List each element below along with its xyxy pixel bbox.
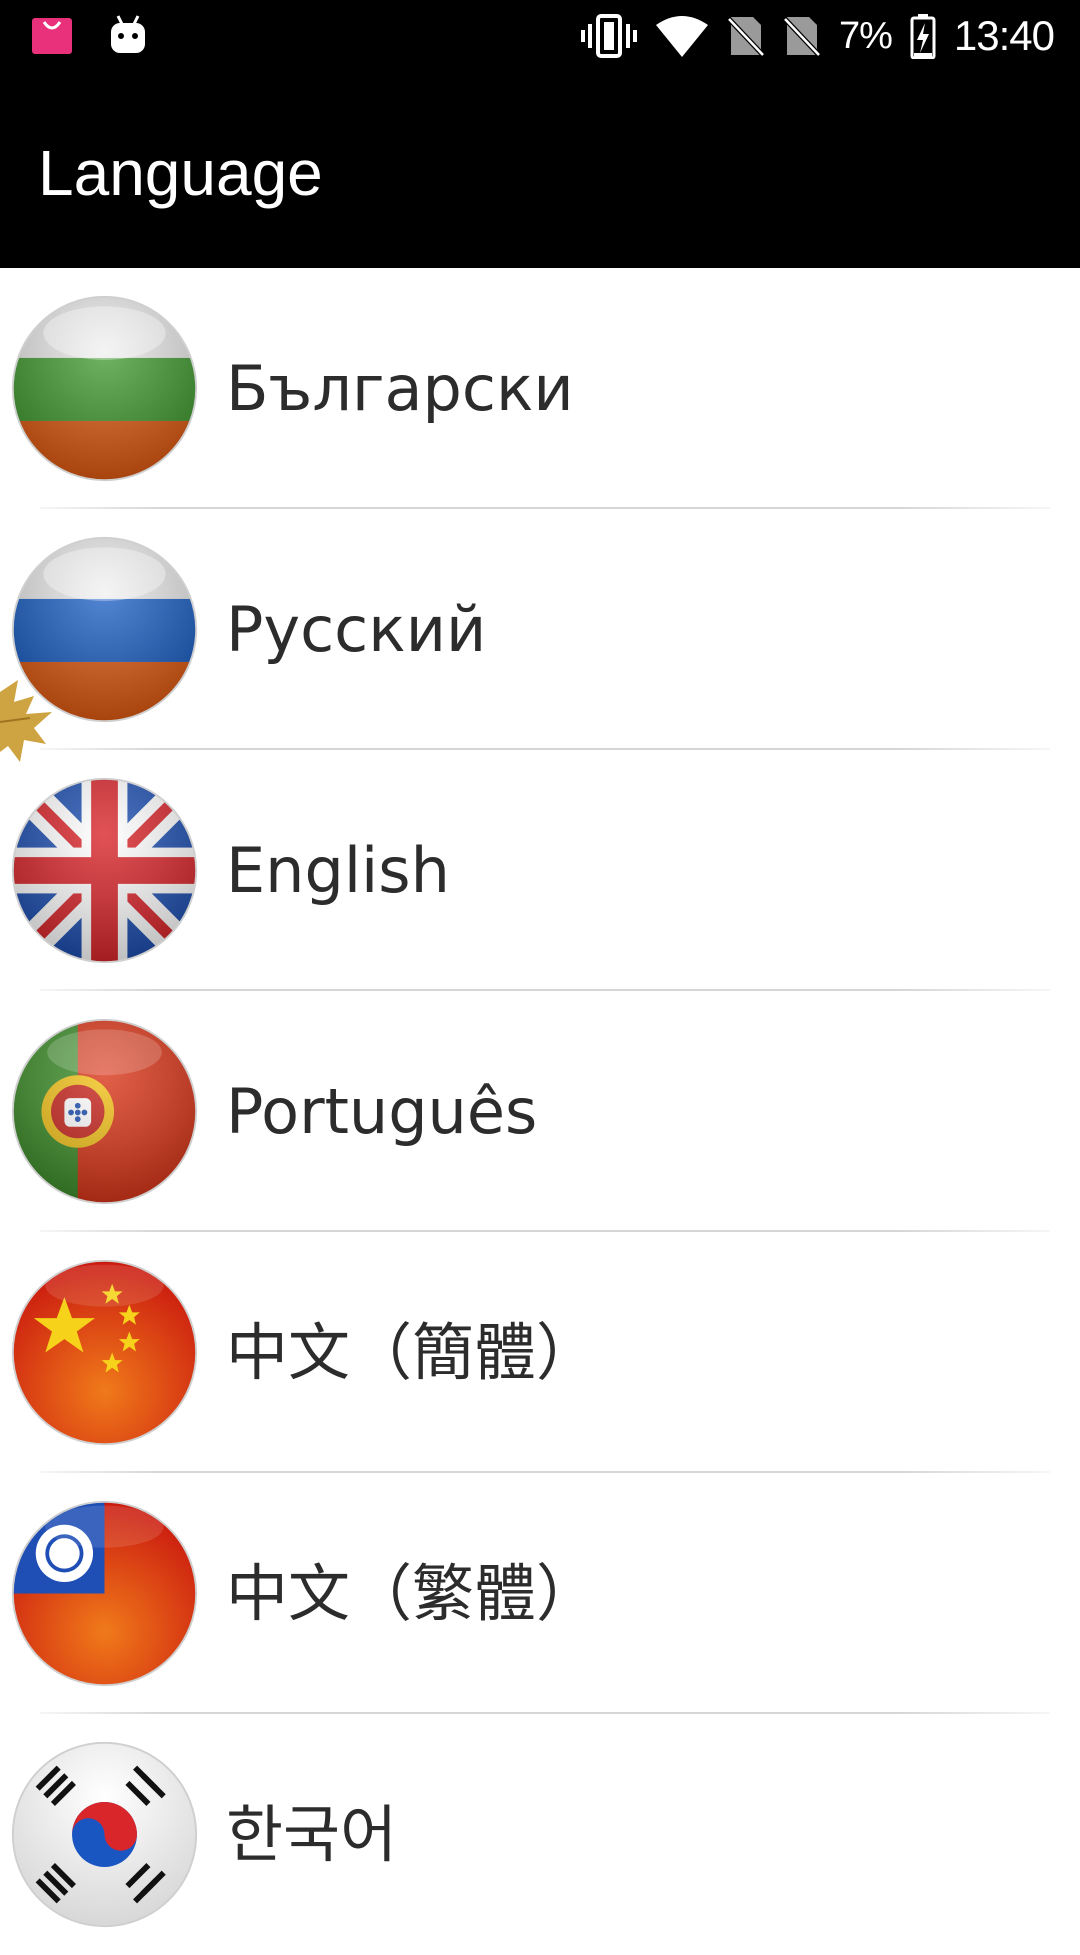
portugal-flag-icon xyxy=(11,1018,198,1205)
language-label: Български xyxy=(226,352,574,425)
no-sim-icon xyxy=(727,17,765,57)
language-label: 中文（簡體） xyxy=(226,1316,599,1389)
vibrate-icon xyxy=(580,14,637,58)
status-bar: 7% 13:40 xyxy=(0,0,1080,72)
language-label: Русский xyxy=(226,593,487,666)
language-label: 中文（繁體） xyxy=(226,1557,599,1630)
battery-charging-icon xyxy=(910,14,936,59)
china-flag-icon xyxy=(11,1259,198,1446)
bulgaria-flag-icon xyxy=(11,295,198,482)
language-label: English xyxy=(226,834,450,907)
clock: 13:40 xyxy=(953,12,1055,59)
wifi-icon xyxy=(655,16,708,57)
shopping-bag-icon xyxy=(32,18,72,54)
list-item-chinese-simplified[interactable]: 中文（簡體） xyxy=(0,1232,1080,1473)
app-toolbar: Language xyxy=(0,72,1080,268)
no-sim-icon xyxy=(783,17,821,57)
list-item-chinese-traditional[interactable]: 中文（繁體） xyxy=(0,1473,1080,1714)
korea-flag-icon xyxy=(11,1741,198,1928)
android-icon xyxy=(111,15,145,53)
list-item-korean[interactable]: 한국어 xyxy=(0,1714,1080,1955)
taiwan-flag-icon xyxy=(11,1500,198,1687)
language-label: Português xyxy=(226,1075,538,1148)
maple-leaf-decoration xyxy=(0,680,52,762)
page-title: Language xyxy=(38,137,323,209)
uk-flag-icon xyxy=(11,777,198,964)
list-item-portuguese[interactable]: Português xyxy=(0,991,1080,1232)
list-item-russian[interactable]: Русский xyxy=(0,509,1080,750)
list-item-english[interactable]: English xyxy=(0,750,1080,991)
list-item-bulgarian[interactable]: Български xyxy=(0,268,1080,509)
language-list: Български Русский English Português 中文（簡… xyxy=(0,268,1080,1955)
language-label: 한국어 xyxy=(226,1798,398,1871)
battery-percent: 7% xyxy=(838,14,893,57)
